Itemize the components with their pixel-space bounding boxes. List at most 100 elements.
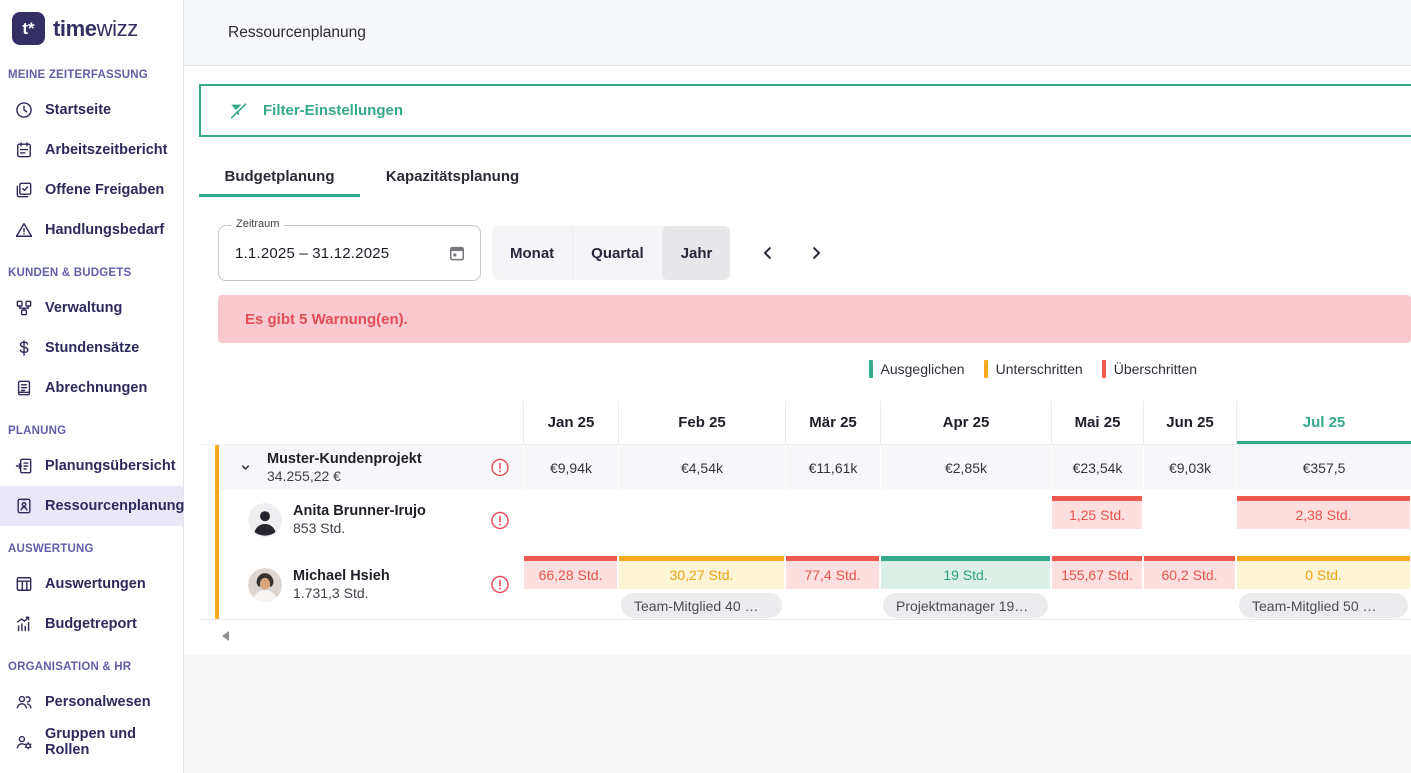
sidebar-item-label: Stundensätze xyxy=(45,340,139,356)
table-horizontal-scrollbar[interactable] xyxy=(199,628,1411,644)
planning-cell-anita-brunner-irujo-feb-25 xyxy=(618,490,785,550)
sidebar-item-personalwesen[interactable]: Personalwesen xyxy=(0,682,183,722)
legend-item-überschritten: Überschritten xyxy=(1102,360,1197,378)
sidebar-item-gruppen-und-rollen[interactable]: Gruppen und Rollen xyxy=(0,722,183,762)
month-header-jun-25: Jun 25 xyxy=(1143,401,1236,445)
expand-collapse-button[interactable] xyxy=(235,458,255,478)
person-name-cell: Michael Hsieh1.731,3 Std. xyxy=(215,550,523,619)
sidebar-item-offene-freigaben[interactable]: Offene Freigaben xyxy=(0,170,183,210)
period-button-quartal[interactable]: Quartal xyxy=(572,226,662,280)
month-header-mär-25: Mär 25 xyxy=(785,401,880,445)
resource-planning-table: Jan 25Feb 25Mär 25Apr 25Mai 25Jun 25Jul … xyxy=(199,401,1411,620)
chevron-down-icon xyxy=(235,458,255,478)
nav-section-label-auswertung: AUSWERTUNG xyxy=(0,526,183,564)
sidebar-item-handlungsbedarf[interactable]: Handlungsbedarf xyxy=(0,210,183,250)
assignment-pill[interactable]: Team-Mitglied 50 … xyxy=(1239,593,1408,618)
sidebar-item-label: Gruppen und Rollen xyxy=(45,726,183,758)
sidebar-item-verwaltung[interactable]: Verwaltung xyxy=(0,288,183,328)
next-period-button[interactable] xyxy=(802,239,830,267)
person-title-block: Michael Hsieh1.731,3 Std. xyxy=(293,567,390,603)
sidebar-item-abrechnungen[interactable]: Abrechnungen xyxy=(0,368,183,408)
planning-cell-michael-hsieh-feb-25: 30,27 Std. Team-Mitglied 40 … xyxy=(618,550,785,619)
planning-cell-anita-brunner-irujo-jan-25 xyxy=(523,490,618,550)
app-window: t* timewizz MEINE ZEITERFASSUNGStartseit… xyxy=(0,0,1411,773)
project-name: Muster-Kundenprojekt xyxy=(267,450,422,468)
project-row-muster-kundenprojekt: Muster-Kundenprojekt34.255,22 €€9,94k€4,… xyxy=(199,445,1411,490)
legend-color-bar xyxy=(869,360,873,378)
assignment-pill[interactable]: Projektmanager 19… xyxy=(883,593,1048,618)
avatar xyxy=(248,568,282,602)
sidebar-item-auswertungen[interactable]: Auswertungen xyxy=(0,564,183,604)
hours-block-ueberschritten[interactable]: 2,38 Std. xyxy=(1237,496,1410,529)
hours-block-ueberschritten[interactable]: 66,28 Std. xyxy=(524,556,617,589)
warning-circle-icon xyxy=(490,458,510,478)
chart-icon xyxy=(14,614,34,634)
planning-cell-michael-hsieh-jan-25: 66,28 Std. xyxy=(523,550,618,619)
sidebar-item-label: Personalwesen xyxy=(45,694,151,710)
sidebar-item-stundensätze[interactable]: Stundensätze xyxy=(0,328,183,368)
assignment-pill[interactable]: Team-Mitglied 40 … xyxy=(621,593,782,618)
row-warning-button[interactable] xyxy=(490,510,510,530)
month-header-jan-25: Jan 25 xyxy=(523,401,618,445)
planning-cell-anita-brunner-irujo-mär-25 xyxy=(785,490,880,550)
zeitraum-field-label: Zeitraum xyxy=(231,218,284,230)
scroll-left-arrow-icon[interactable] xyxy=(222,631,229,641)
hours-block-ueberschritten[interactable]: 1,25 Std. xyxy=(1052,496,1142,529)
project-month-value-mär-25: €11,61k xyxy=(785,445,880,490)
hours-block-ueberschritten[interactable]: 155,67 Std. xyxy=(1052,556,1142,589)
approvals-icon xyxy=(14,180,34,200)
row-warning-button[interactable] xyxy=(490,458,510,478)
nav-section-label-planung: PLANUNG xyxy=(0,408,183,446)
sidebar-item-ressourcenplanung[interactable]: Ressourcenplanung xyxy=(0,486,183,526)
tab-budgetplanung[interactable]: Budgetplanung xyxy=(199,159,360,197)
person-name-cell: Anita Brunner-Irujo853 Std. xyxy=(215,490,523,550)
sidebar-item-label: Handlungsbedarf xyxy=(45,222,164,238)
sidebar-item-budgetreport[interactable]: Budgetreport xyxy=(0,604,183,644)
logo-wordmark: timewizz xyxy=(53,16,138,42)
legend-label: Überschritten xyxy=(1114,361,1197,377)
planning-cell-michael-hsieh-apr-25: 19 Std. Projektmanager 19… xyxy=(880,550,1051,619)
sidebar-item-planungsübersicht[interactable]: Planungsübersicht xyxy=(0,446,183,486)
planning-cell-michael-hsieh-jun-25: 60,2 Std. xyxy=(1143,550,1236,619)
person-hours: 853 Std. xyxy=(293,520,426,538)
hours-block-unterschritten[interactable]: 0 Std. xyxy=(1237,556,1410,589)
planning-cell-anita-brunner-irujo-apr-25 xyxy=(880,490,1051,550)
period-button-monat[interactable]: Monat xyxy=(492,226,572,280)
clock-icon xyxy=(14,100,34,120)
hours-block-ausgeglichen[interactable]: 19 Std. xyxy=(881,556,1050,589)
project-month-value-jul-25: €357,5 xyxy=(1236,445,1411,490)
project-month-value-jan-25: €9,94k xyxy=(523,445,618,490)
sidebar-item-label: Arbeitszeitbericht xyxy=(45,142,167,158)
previous-period-button[interactable] xyxy=(754,239,782,267)
period-button-group: MonatQuartalJahr xyxy=(492,226,730,280)
sidebar-item-arbeitszeitbericht[interactable]: Arbeitszeitbericht xyxy=(0,130,183,170)
timewizz-logo[interactable]: t* timewizz xyxy=(0,0,183,52)
project-month-value-mai-25: €23,54k xyxy=(1051,445,1143,490)
zeitraum-field[interactable]: Zeitraum 1.1.2025 – 31.12.2025 xyxy=(218,225,481,281)
filter-settings-expander[interactable]: Filter-Einstellungen xyxy=(199,84,1411,137)
nav-section-label-organisation-hr: ORGANISATION & HR xyxy=(0,644,183,682)
legend-label: Unterschritten xyxy=(996,361,1083,377)
person-name: Michael Hsieh xyxy=(293,567,390,585)
row-warning-button[interactable] xyxy=(490,575,510,595)
table-header-name-cell xyxy=(199,401,523,445)
tab-kapazitätsplanung[interactable]: Kapazitätsplanung xyxy=(360,159,545,197)
calendar-icon[interactable] xyxy=(447,243,467,263)
project-month-value-feb-25: €4,54k xyxy=(618,445,785,490)
sidebar-nav: MEINE ZEITERFASSUNGStartseite Arbeitszeit… xyxy=(0,52,183,762)
filter-funnel-icon xyxy=(228,101,248,121)
sidebar-item-label: Verwaltung xyxy=(45,300,122,316)
sidebar-item-label: Offene Freigaben xyxy=(45,182,164,198)
hours-block-ueberschritten[interactable]: 77,4 Std. xyxy=(786,556,879,589)
hours-block-unterschritten[interactable]: 30,27 Std. xyxy=(619,556,784,589)
hours-block-ueberschritten[interactable]: 60,2 Std. xyxy=(1144,556,1235,589)
sidebar-item-startseite[interactable]: Startseite xyxy=(0,90,183,130)
nav-section-label-meine-zeiterfassung: MEINE ZEITERFASSUNG xyxy=(0,52,183,90)
period-button-jahr[interactable]: Jahr xyxy=(662,226,731,280)
filter-settings-label: Filter-Einstellungen xyxy=(263,102,403,119)
project-name-cell: Muster-Kundenprojekt34.255,22 € xyxy=(215,445,523,490)
topbar: Ressourcenplanung xyxy=(184,0,1411,66)
person-hours: 1.731,3 Std. xyxy=(293,585,390,603)
person-title-block: Anita Brunner-Irujo853 Std. xyxy=(293,502,426,538)
nav-section-label-kunden-budgets: KUNDEN & BUDGETS xyxy=(0,250,183,288)
